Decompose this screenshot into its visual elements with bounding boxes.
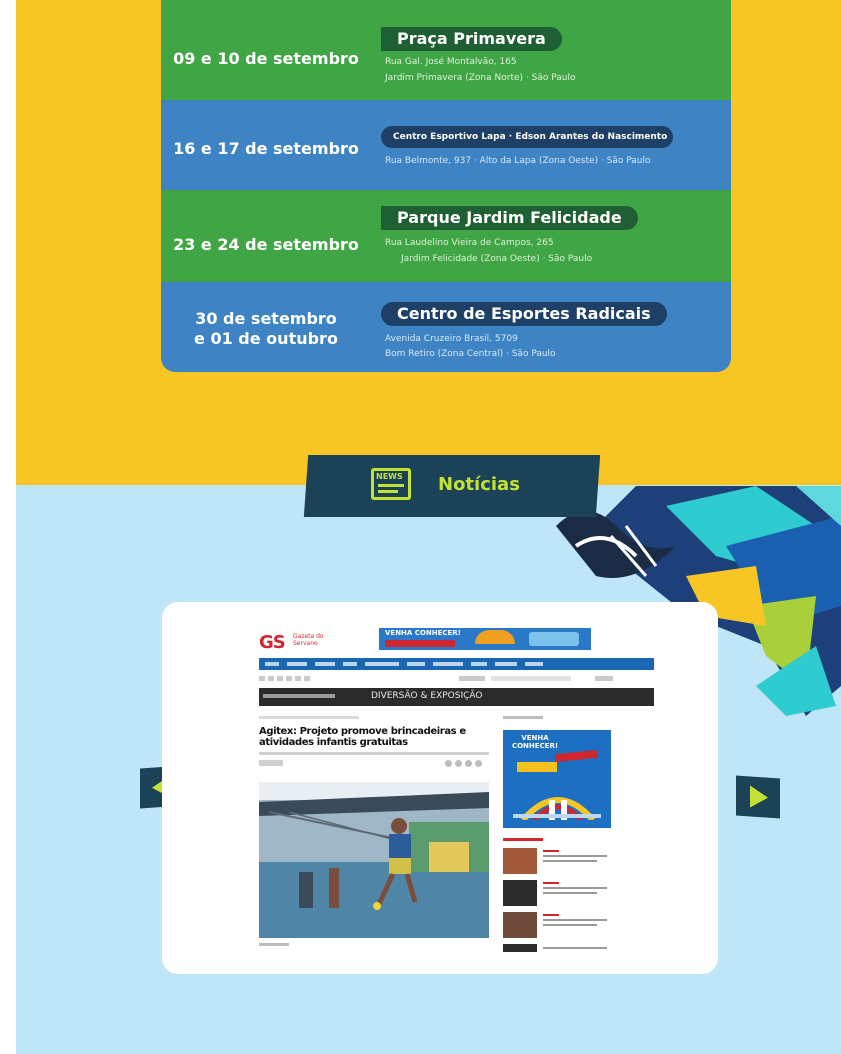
site-logo: GS	[259, 632, 286, 653]
sidebar-news-item	[503, 912, 613, 938]
event-schedule: 09 e 10 de setembro Praça Primavera Rua …	[161, 0, 731, 372]
sidebar-news-item	[503, 848, 613, 874]
carousel-next-button[interactable]	[736, 775, 780, 819]
article-photo	[259, 782, 489, 938]
schedule-row: 16 e 17 de setembro Centro Esportivo Lap…	[161, 100, 731, 190]
triangle-right-icon	[750, 785, 768, 808]
section-bar: DIVERSÃO & EXPOSIÇÃO	[259, 688, 654, 706]
site-nav-bar	[259, 658, 654, 670]
venue-name: Centro Esportivo Lapa · Edson Arantes do…	[381, 126, 674, 148]
event-date: 30 de setembro	[195, 309, 337, 328]
site-toolbar	[259, 674, 654, 684]
venue-name: Parque Jardim Felicidade	[381, 206, 638, 230]
venue-address: Jardim Primavera (Zona Norte) · São Paul…	[385, 73, 576, 83]
venue-address: Rua Belmonte, 937 · Alto da Lapa (Zona O…	[385, 156, 651, 166]
sidebar-news-item	[503, 944, 613, 952]
venue-address: Jardim Felicidade (Zona Oeste) · São Pau…	[401, 254, 593, 264]
schedule-row: 30 de setembro e 01 de outubro Centro de…	[161, 282, 731, 372]
event-date: 09 e 10 de setembro	[173, 49, 359, 68]
sidebar-column: VENHA CONHECER!	[503, 716, 653, 953]
news-heading: Notícias	[438, 474, 520, 495]
page: 09 e 10 de setembro Praça Primavera Rua …	[16, 0, 841, 1054]
news-site-screenshot: GS Gazeta do Servano VENHA CONHECER! DIV…	[259, 628, 654, 953]
venue-address: Rua Gal. José Montalvão, 165	[385, 57, 517, 67]
site-logo-subtitle: Gazeta do Servano	[293, 633, 324, 647]
schedule-row: 23 e 24 de setembro Parque Jardim Felici…	[161, 190, 731, 282]
venue-name: Praça Primavera	[381, 27, 562, 51]
article-column: Agitex: Projeto promove brincadeiras e a…	[259, 716, 491, 953]
event-date: 23 e 24 de setembro	[173, 235, 359, 254]
article-title: Agitex: Projeto promove brincadeiras e a…	[259, 726, 466, 748]
header-ad-banner: VENHA CONHECER!	[379, 628, 591, 650]
venue-name: Centro de Esportes Radicais	[381, 302, 667, 326]
venue-address: Avenida Cruzeiro Brasil, 5709	[385, 334, 518, 344]
venue-address: Rua Laudelino Vieira de Campos, 265	[385, 238, 554, 248]
venue-address: Bom Retiro (Zona Central) · São Paulo	[385, 349, 556, 359]
news-slide-card[interactable]: GS Gazeta do Servano VENHA CONHECER! DIV…	[162, 602, 718, 974]
sidebar-ad: VENHA CONHECER!	[503, 730, 611, 828]
newspaper-icon: NEWS	[371, 468, 411, 500]
event-date: e 01 de outubro	[194, 329, 338, 348]
event-date: 16 e 17 de setembro	[173, 139, 359, 158]
schedule-row: 09 e 10 de setembro Praça Primavera Rua …	[161, 0, 731, 100]
sidebar-news-item	[503, 880, 613, 906]
section-title: DIVERSÃO & EXPOSIÇÃO	[371, 691, 483, 701]
